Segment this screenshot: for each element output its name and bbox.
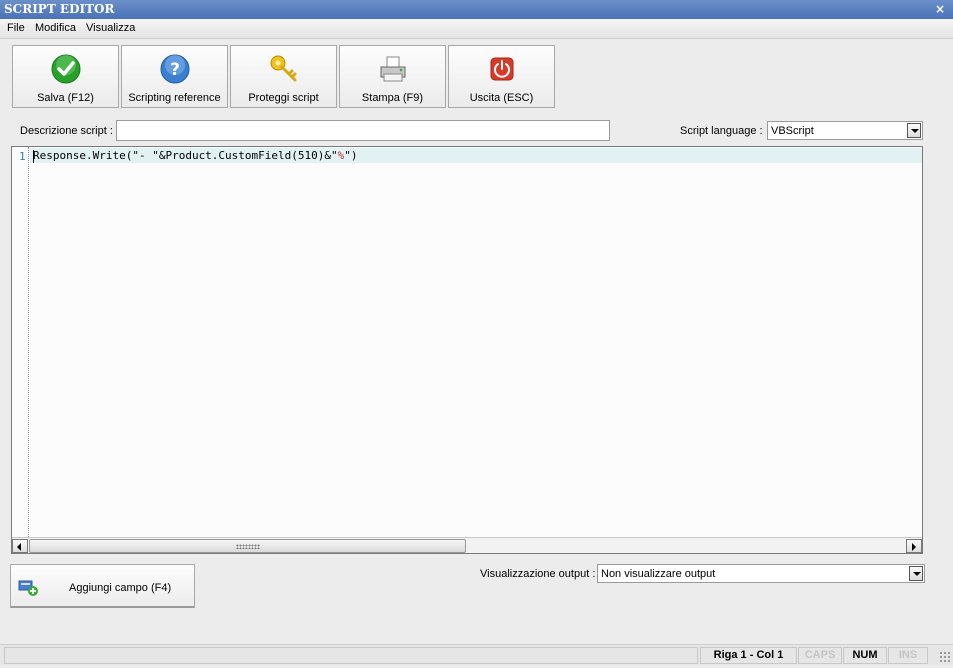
code-editor[interactable]: 1 Response.Write("- "&Product.CustomFiel… [11, 146, 923, 554]
scroll-left-icon[interactable] [12, 539, 28, 553]
key-icon [270, 55, 297, 82]
code-line[interactable]: Response.Write("- "&Product.CustomField(… [33, 149, 358, 162]
output-display-value: Non visualizzare output [601, 568, 716, 580]
menu-modifica[interactable]: Modifica [35, 22, 76, 34]
ins-indicator: INS [888, 647, 928, 664]
power-icon [490, 57, 514, 81]
scripting-reference-label: Scripting reference [128, 92, 221, 104]
printer-icon [380, 56, 406, 82]
code-text: Response.Write("- "&Product.CustomField(… [33, 149, 338, 162]
status-bar: Riga 1 - Col 1 CAPS NUM INS [0, 644, 953, 665]
exit-button-label: Uscita (ESC) [469, 92, 534, 104]
script-language-label: Script language : [680, 125, 763, 137]
description-label: Descrizione script : [20, 125, 113, 137]
scroll-right-icon[interactable] [906, 539, 922, 553]
description-input[interactable] [116, 120, 610, 141]
grip-icon [236, 544, 260, 549]
resize-grip-icon[interactable] [939, 651, 951, 663]
code-text-end: ") [344, 149, 358, 162]
cursor-position: Riga 1 - Col 1 [700, 647, 797, 664]
help-icon: ? [160, 54, 190, 84]
horizontal-scrollbar[interactable] [12, 537, 922, 553]
title-bar: SCRIPT EDITOR × [0, 0, 953, 19]
svg-text:?: ? [170, 60, 180, 80]
output-display-select[interactable]: Non visualizzare output [597, 564, 925, 583]
chevron-down-icon[interactable] [907, 123, 921, 138]
line-number: 1 [19, 150, 26, 163]
menu-visualizza[interactable]: Visualizza [86, 22, 135, 34]
line-number-gutter: 1 [12, 147, 29, 537]
scripting-reference-button[interactable]: ? Scripting reference [121, 45, 228, 108]
protect-script-label: Proteggi script [248, 92, 319, 104]
output-display-label: Visualizzazione output : [480, 568, 596, 580]
text-caret [33, 150, 34, 163]
script-language-value: VBScript [771, 125, 814, 137]
print-button-label: Stampa (F9) [361, 92, 424, 104]
add-field-button[interactable]: Aggiungi campo (F4) [10, 564, 195, 608]
caps-indicator: CAPS [798, 647, 842, 664]
window-title: SCRIPT EDITOR [4, 2, 115, 16]
exit-button[interactable]: Uscita (ESC) [448, 45, 555, 108]
check-icon [51, 54, 81, 84]
close-icon[interactable]: × [935, 0, 945, 19]
menu-bar: File Modifica Visualizza [0, 19, 953, 39]
status-message-panel [4, 647, 698, 664]
add-field-label: Aggiungi campo (F4) [69, 582, 172, 594]
num-indicator: NUM [843, 647, 887, 664]
scrollbar-thumb[interactable] [29, 539, 466, 553]
protect-script-button[interactable]: Proteggi script [230, 45, 337, 108]
add-field-icon [18, 580, 38, 596]
print-button[interactable]: Stampa (F9) [339, 45, 446, 108]
save-button[interactable]: Salva (F12) [12, 45, 119, 108]
menu-file[interactable]: File [7, 22, 25, 34]
save-button-label: Salva (F12) [37, 92, 94, 104]
chevron-down-icon[interactable] [909, 566, 923, 581]
script-language-select[interactable]: VBScript [767, 121, 923, 140]
